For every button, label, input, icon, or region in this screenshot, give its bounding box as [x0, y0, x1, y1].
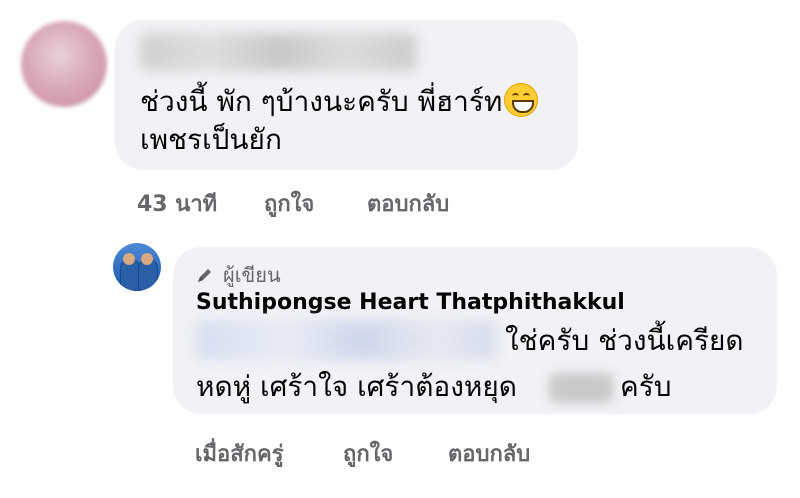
reply-text-line2-part2: ครับ [620, 370, 672, 403]
commenter-avatar-blurred[interactable] [21, 21, 107, 107]
mentioned-name-blurred[interactable] [196, 320, 496, 360]
blurred-word [549, 373, 613, 403]
comment-timestamp[interactable]: 43 นาที [137, 186, 217, 221]
author-badge-label: ผู้เขียน [223, 263, 281, 287]
comment-reply-button[interactable]: ตอบกลับ [367, 186, 449, 221]
comment-like-button[interactable]: ถูกใจ [264, 186, 314, 221]
reply-text-line1: ใช่ครับ ช่วงนี้เครียด [505, 324, 744, 357]
reply-commenter-name[interactable]: Suthipongse Heart Thatphithakkul [196, 290, 625, 315]
pen-icon [198, 269, 211, 282]
reply-avatar[interactable] [113, 243, 161, 291]
comment-text: ช่วงนี้ พัก ๆบ้างนะครับ พี่ฮาร์ท [140, 85, 503, 118]
author-badge: ผู้เขียน [195, 262, 281, 288]
reply-text-line2-part1: หดหู่ เศร้าใจ เศร้าต้องหยุด [196, 370, 517, 403]
reply-timestamp[interactable]: เมื่อสักครู่ [195, 436, 284, 471]
grinning-face-emoji-icon [504, 83, 539, 117]
commenter-name-blurred[interactable] [140, 33, 416, 71]
comment-text-line2: เพชรเป็นยัก [140, 123, 282, 156]
reply-like-button[interactable]: ถูกใจ [343, 436, 393, 471]
reply-reply-button[interactable]: ตอบกลับ [448, 436, 530, 471]
comment-text-line1: ช่วงนี้ พัก ๆบ้างนะครับ พี่ฮาร์ท [140, 83, 539, 118]
